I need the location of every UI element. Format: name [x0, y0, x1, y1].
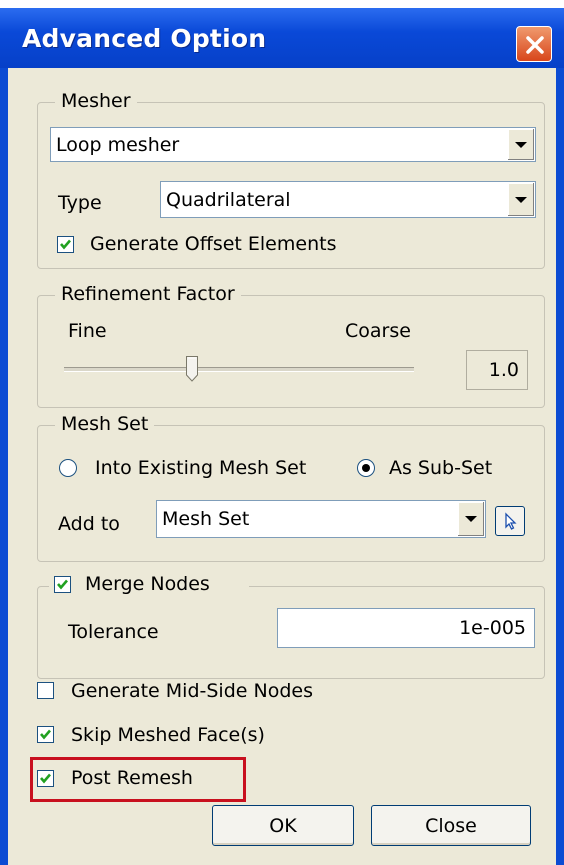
type-dropdown[interactable]: Quadrilateral — [160, 181, 536, 218]
close-icon — [526, 36, 544, 54]
mesher-group-label: Mesher — [55, 90, 137, 112]
checkmark-icon — [40, 729, 51, 740]
skip-meshed-checkbox[interactable] — [37, 726, 54, 743]
add-to-dropdown-arrow[interactable] — [457, 502, 484, 536]
dialog-body: Mesher Loop mesher Type Quadrilateral Ge… — [8, 68, 556, 865]
offset-elements-label: Generate Offset Elements — [90, 233, 337, 255]
mesher-dropdown[interactable]: Loop mesher — [50, 127, 536, 162]
chevron-down-icon — [515, 196, 527, 203]
skip-meshed-label: Skip Meshed Face(s) — [71, 724, 265, 746]
close-button[interactable]: Close — [371, 805, 531, 846]
mid-side-nodes-label: Generate Mid-Side Nodes — [71, 680, 313, 702]
tolerance-value: 1e-005 — [459, 617, 526, 639]
slider-track — [64, 367, 414, 372]
merge-nodes-legend: Merge Nodes — [49, 573, 249, 597]
ok-button-label: OK — [269, 814, 297, 837]
fine-label: Fine — [68, 320, 107, 342]
refinement-group-label: Refinement Factor — [55, 283, 241, 305]
type-value: Quadrilateral — [166, 188, 291, 211]
into-existing-label: Into Existing Mesh Set — [95, 457, 307, 479]
mesh-set-group-label: Mesh Set — [55, 413, 155, 435]
mesh-set-group — [37, 425, 545, 562]
chevron-down-icon — [515, 141, 527, 148]
add-to-value: Mesh Set — [162, 508, 250, 530]
into-existing-radio[interactable] — [59, 459, 77, 477]
tolerance-label: Tolerance — [68, 621, 159, 643]
checkmark-icon — [57, 579, 68, 590]
title-bar[interactable]: Advanced Option — [0, 8, 564, 68]
refinement-value: 1.0 — [488, 359, 519, 381]
slider-thumb[interactable] — [186, 356, 198, 382]
close-button-label: Close — [425, 814, 477, 837]
mid-side-nodes-checkbox[interactable] — [37, 682, 54, 699]
checkmark-icon — [60, 239, 71, 250]
window-title: Advanced Option — [22, 24, 267, 53]
window-top-edge — [0, 0, 564, 8]
mesher-dropdown-arrow[interactable] — [507, 129, 534, 160]
ok-button[interactable]: OK — [212, 805, 354, 846]
highlight-box — [30, 757, 246, 802]
offset-elements-checkbox[interactable] — [57, 236, 74, 253]
cursor-pick-icon — [505, 512, 517, 530]
refinement-value-box: 1.0 — [466, 350, 528, 390]
merge-nodes-checkbox[interactable] — [54, 576, 71, 593]
refinement-slider[interactable] — [64, 356, 414, 386]
coarse-label: Coarse — [345, 320, 411, 342]
merge-nodes-label: Merge Nodes — [85, 573, 210, 595]
add-to-label: Add to — [58, 513, 120, 535]
pick-button[interactable] — [495, 506, 525, 536]
add-to-dropdown[interactable]: Mesh Set — [156, 500, 486, 538]
chevron-down-icon — [465, 516, 477, 522]
mesher-value: Loop mesher — [56, 133, 180, 156]
close-window-button[interactable] — [516, 26, 552, 62]
radio-selected-dot — [362, 464, 370, 472]
dialog-window: Advanced Option Mesher Loop mesher Type … — [0, 0, 564, 865]
type-dropdown-arrow[interactable] — [507, 183, 534, 216]
tolerance-input[interactable]: 1e-005 — [277, 608, 535, 648]
as-subset-radio[interactable] — [357, 459, 375, 477]
as-subset-label: As Sub-Set — [389, 457, 493, 479]
type-label: Type — [58, 192, 102, 214]
